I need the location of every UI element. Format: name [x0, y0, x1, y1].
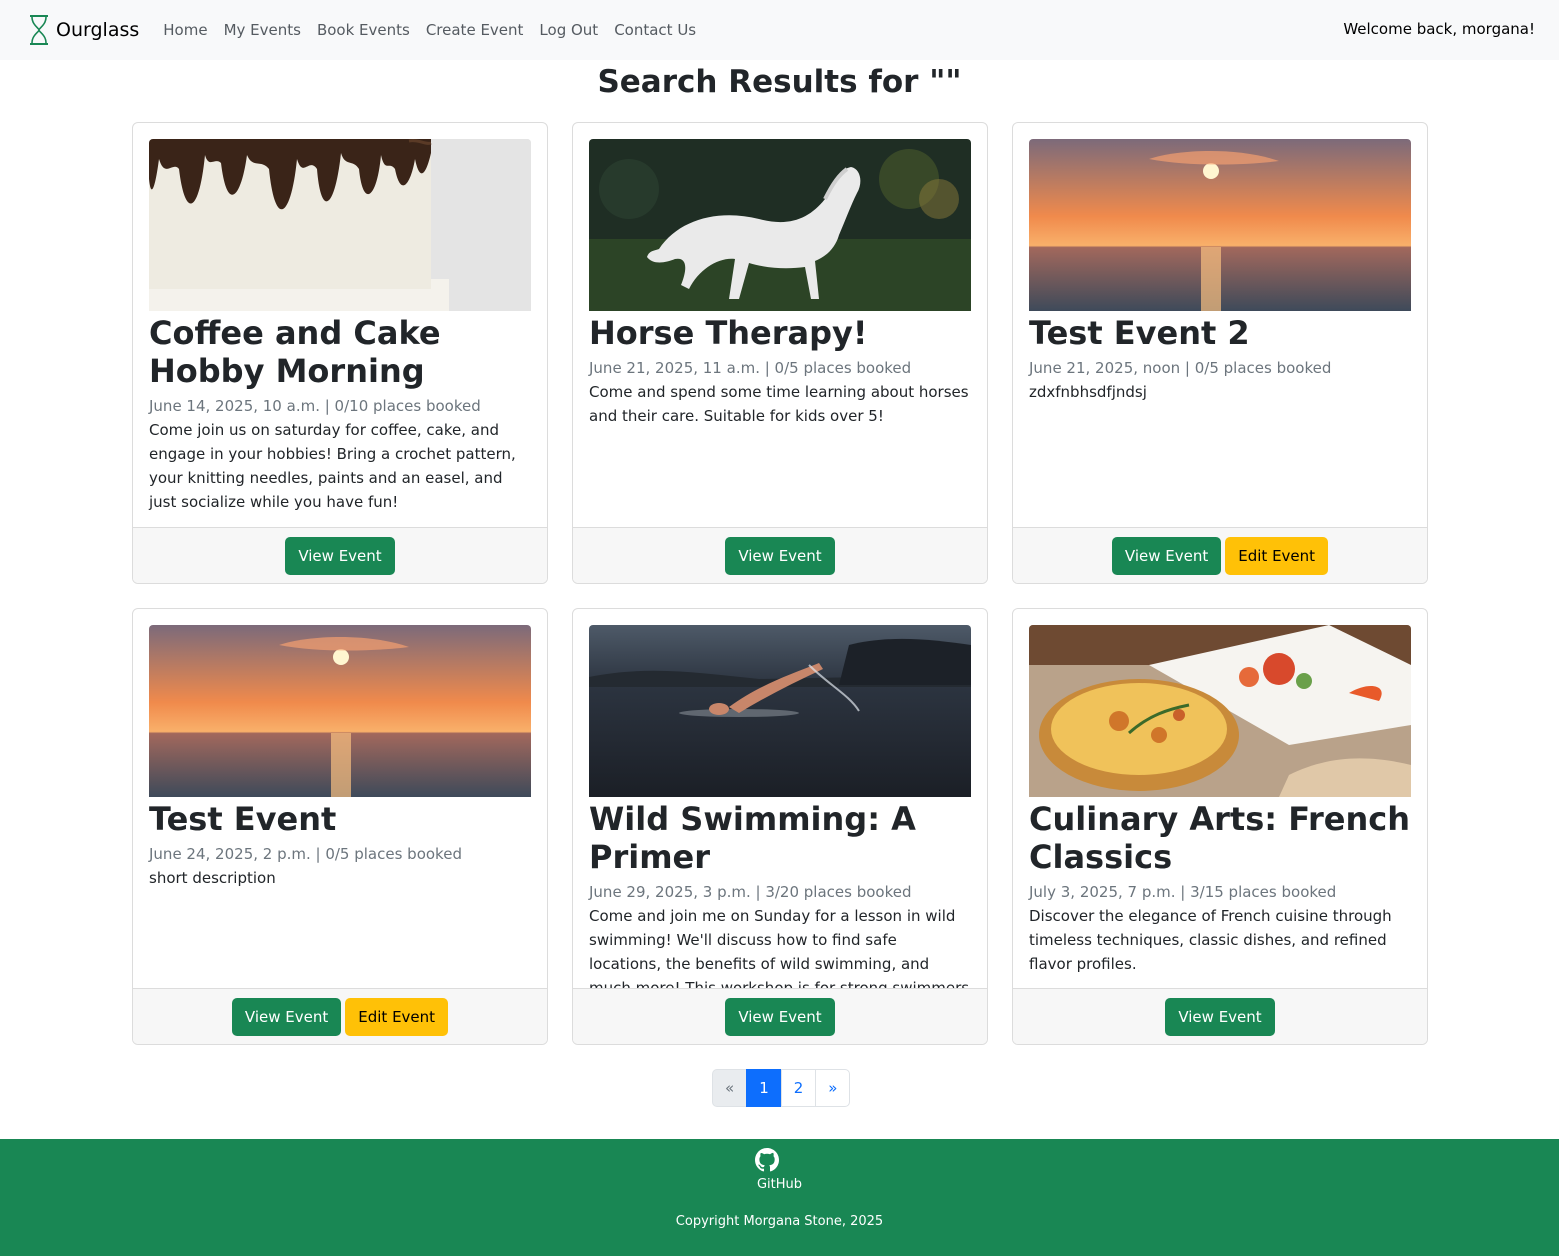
brand-name: Ourglass: [56, 19, 140, 41]
event-title: Horse Therapy!: [589, 314, 868, 352]
card-body: Coffee and Cake Hobby Morning June 14, 2…: [149, 139, 531, 514]
view-event-button[interactable]: View Event: [285, 536, 395, 575]
pagination-page-1[interactable]: 1: [746, 1069, 782, 1107]
event-image-white-horse: [589, 139, 971, 311]
card-footer: View Event: [133, 527, 547, 583]
card-footer: View Event: [573, 988, 987, 1044]
event-card: Wild Swimming: A Primer June 29, 2025, 3…: [572, 608, 988, 1045]
view-event-button[interactable]: View Event: [231, 997, 342, 1036]
github-link[interactable]: GitHub: [0, 1177, 1559, 1192]
event-title: Test Event: [149, 800, 337, 838]
brand-link[interactable]: Ourglass: [28, 0, 139, 60]
event-description: Come join us on saturday for coffee, cak…: [149, 421, 516, 511]
event-card: Horse Therapy! June 21, 2025, 11 a.m. | …: [572, 122, 988, 584]
event-card: Culinary Arts: French Classics July 3, 2…: [1012, 608, 1428, 1045]
card-body: Test Event June 24, 2025, 2 p.m. | 0/5 p…: [149, 625, 531, 890]
event-description: Discover the elegance of French cuisine …: [1029, 907, 1392, 973]
pagination-next[interactable]: »: [815, 1069, 851, 1107]
card-footer: View Event Edit Event: [1013, 527, 1427, 583]
card-footer: View Event: [1013, 988, 1427, 1044]
event-meta: June 24, 2025, 2 p.m. | 0/5 places booke…: [149, 845, 462, 863]
event-image-sunset-sea: [1029, 139, 1411, 311]
nav-link-contact-us[interactable]: Contact Us: [614, 21, 696, 39]
card-body: Culinary Arts: French Classics July 3, 2…: [1029, 625, 1411, 976]
event-image-quiche: [1029, 625, 1411, 797]
top-navbar: Ourglass Home My Events Book Events Crea…: [0, 0, 1559, 60]
event-meta: June 21, 2025, 11 a.m. | 0/5 places book…: [589, 359, 912, 377]
pagination: « 1 2 »: [712, 1069, 851, 1107]
event-card: Coffee and Cake Hobby Morning June 14, 2…: [132, 122, 548, 584]
card-footer: View Event Edit Event: [133, 988, 547, 1044]
event-description: zdxfnbhsdfjndsj: [1029, 383, 1147, 401]
hourglass-icon: [30, 15, 48, 45]
nav-link-create-event[interactable]: Create Event: [426, 21, 524, 39]
nav-link-home[interactable]: Home: [163, 21, 207, 39]
welcome-message: Welcome back, morgana!: [1343, 20, 1535, 38]
event-image-sunset-sea: [149, 625, 531, 797]
event-title: Culinary Arts: French Classics: [1029, 800, 1411, 876]
card-footer: View Event: [573, 527, 987, 583]
nav-links: Home My Events Book Events Create Event …: [163, 21, 712, 39]
card-body: Wild Swimming: A Primer June 29, 2025, 3…: [589, 625, 971, 1024]
event-image-drip-cake: [149, 139, 531, 311]
event-meta: June 21, 2025, noon | 0/5 places booked: [1029, 359, 1332, 377]
event-title: Wild Swimming: A Primer: [589, 800, 916, 876]
event-title: Coffee and Cake Hobby Morning: [149, 314, 441, 390]
copyright-text: Copyright Morgana Stone, 2025: [675, 1214, 884, 1229]
event-image-lake-swimmer: [589, 625, 971, 797]
event-card: Test Event 2 June 21, 2025, noon | 0/5 p…: [1012, 122, 1428, 584]
event-meta: June 29, 2025, 3 p.m. | 3/20 places book…: [589, 883, 912, 901]
event-description: short description: [149, 869, 276, 887]
pagination-page-2[interactable]: 2: [780, 1069, 817, 1107]
nav-link-book-events[interactable]: Book Events: [317, 21, 410, 39]
event-description: Come and spend some time learning about …: [589, 383, 969, 425]
event-card: Test Event June 24, 2025, 2 p.m. | 0/5 p…: [132, 608, 548, 1045]
nav-link-log-out[interactable]: Log Out: [539, 21, 598, 39]
page-title: Search Results for "": [597, 64, 962, 100]
card-body: Horse Therapy! June 21, 2025, 11 a.m. | …: [589, 139, 971, 428]
site-footer: GitHub Copyright Morgana Stone, 2025: [0, 1139, 1559, 1256]
event-meta: July 3, 2025, 7 p.m. | 3/15 places booke…: [1029, 883, 1337, 901]
edit-event-button[interactable]: Edit Event: [1225, 536, 1329, 575]
edit-event-button[interactable]: Edit Event: [345, 997, 449, 1036]
view-event-button[interactable]: View Event: [725, 997, 835, 1036]
card-body: Test Event 2 June 21, 2025, noon | 0/5 p…: [1029, 139, 1411, 404]
nav-link-my-events[interactable]: My Events: [224, 21, 301, 39]
view-event-button[interactable]: View Event: [725, 536, 835, 575]
view-event-button[interactable]: View Event: [1165, 997, 1275, 1036]
github-icon[interactable]: [755, 1148, 779, 1172]
pagination-prev[interactable]: «: [712, 1069, 748, 1107]
event-title: Test Event 2: [1029, 314, 1250, 352]
view-event-button[interactable]: View Event: [1111, 536, 1222, 575]
event-meta: June 14, 2025, 10 a.m. | 0/10 places boo…: [149, 397, 481, 415]
